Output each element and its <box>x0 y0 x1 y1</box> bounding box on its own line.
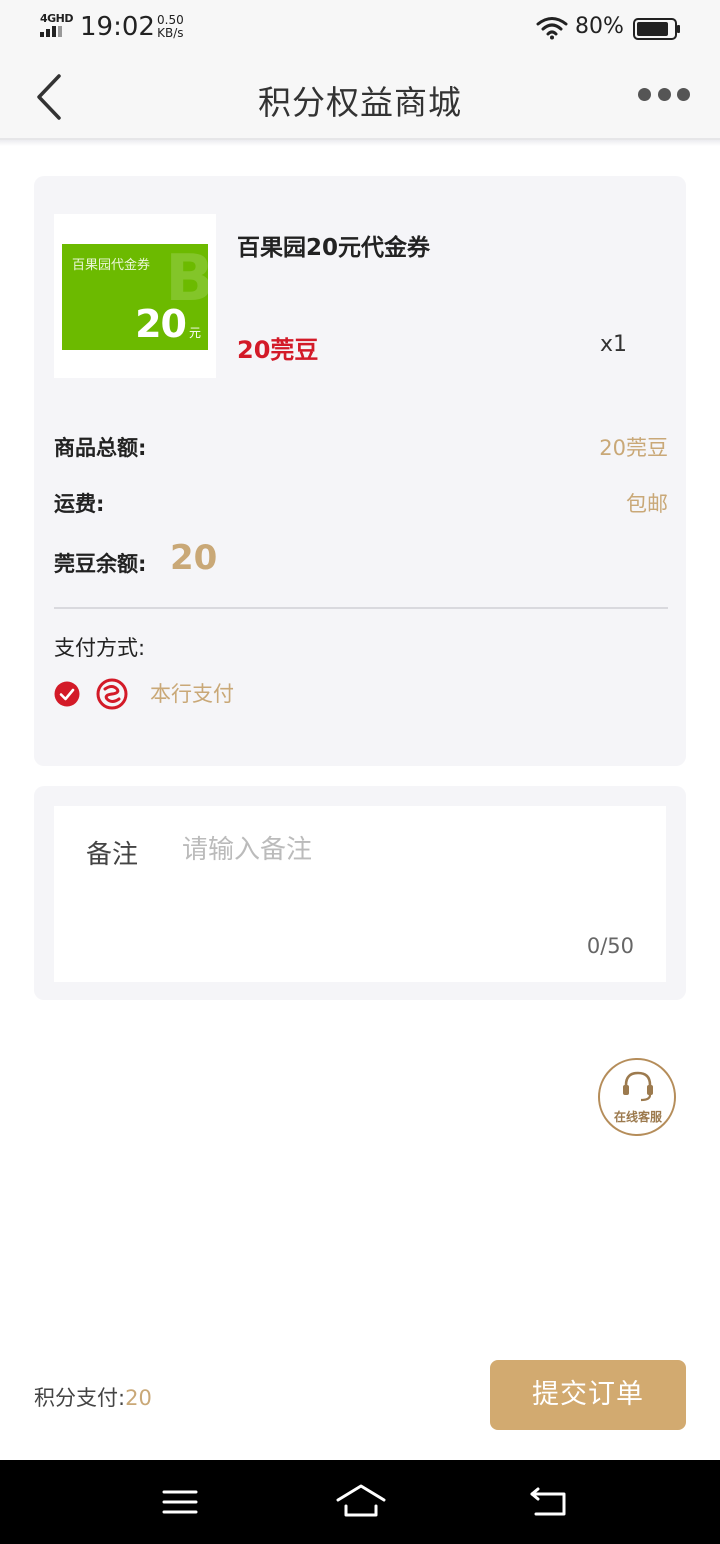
system-nav-bar <box>0 1460 720 1544</box>
balance-label: 莞豆余额: <box>54 552 147 576</box>
more-dots-icon[interactable] <box>632 82 696 106</box>
customer-service-label: 在线客服 <box>613 1110 662 1124</box>
payment-method-label: 支付方式: <box>54 636 146 660</box>
balance-value: 20 <box>170 538 218 578</box>
points-payment-label: 积分支付: <box>34 1386 126 1410</box>
page-title: 积分权益商城 <box>258 83 462 122</box>
nav-divider <box>0 140 720 146</box>
shipping-value: 包邮 <box>626 492 668 516</box>
points-payment-summary: 积分支付:20 <box>34 1382 152 1412</box>
network-speed-unit: KB/s <box>157 26 184 40</box>
status-time: 19:02 <box>80 12 155 42</box>
remark-box: 备注 0/50 <box>54 806 666 982</box>
total-value: 20莞豆 <box>599 436 668 460</box>
battery-icon <box>633 18 680 40</box>
voucher-label: 百果园代金券 <box>72 258 151 273</box>
product-price: 20莞豆 <box>237 336 319 364</box>
headset-icon <box>623 1071 653 1102</box>
network-type: 4GHD <box>40 12 74 25</box>
order-card: 百果园代金券 B 20 元 百果园20元代金券 20莞豆 x1 商品总额: 20… <box>34 176 686 766</box>
menu-icon[interactable] <box>160 1486 200 1518</box>
submit-order-button[interactable]: 提交订单 <box>490 1360 686 1430</box>
product-image: 百果园代金券 B 20 元 <box>54 214 216 378</box>
wifi-icon <box>536 17 568 40</box>
voucher-amount: 20 <box>135 302 187 346</box>
payment-method-option[interactable]: 本行支付 <box>150 678 234 708</box>
remark-label: 备注 <box>86 840 139 870</box>
shipping-label: 运费: <box>54 492 105 516</box>
points-payment-value: 20 <box>125 1386 152 1410</box>
product-quantity: x1 <box>600 332 628 357</box>
voucher-image: 百果园代金券 B 20 元 <box>62 244 208 350</box>
divider <box>54 607 668 609</box>
back-arrow-icon[interactable] <box>528 1484 572 1520</box>
customer-service-button[interactable]: 在线客服 <box>598 1058 676 1136</box>
remark-card: 备注 0/50 <box>34 786 686 1000</box>
nav-bar: 积分权益商城 <box>0 56 720 140</box>
total-label: 商品总额: <box>54 436 147 460</box>
remark-char-counter: 0/50 <box>586 934 634 958</box>
network-speed: 0.50 KB/s <box>157 14 184 40</box>
check-circle-icon[interactable] <box>54 681 80 707</box>
battery-percent: 80% <box>575 14 624 39</box>
bank-logo-icon <box>96 678 128 710</box>
product-name: 百果园20元代金券 <box>237 235 431 261</box>
cellular-signal-icon: 4GHD <box>40 12 74 40</box>
remark-input[interactable] <box>182 830 622 870</box>
home-icon[interactable] <box>334 1482 388 1522</box>
status-bar: 4GHD 19:02 0.50 KB/s 80% <box>0 0 720 56</box>
voucher-unit: 元 <box>188 326 201 340</box>
